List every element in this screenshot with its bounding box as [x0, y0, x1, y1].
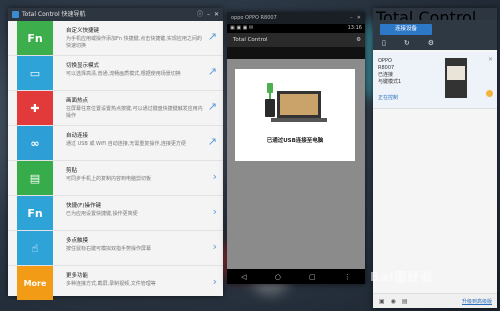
gear-icon[interactable]: ⚙ [356, 33, 361, 47]
arrow-icon[interactable]: ↗ [208, 135, 217, 148]
device-thumbnail[interactable] [445, 58, 467, 98]
row-desc: 多种连接方式,截屏,录制视频,文件管理等 [66, 281, 156, 287]
more-icon: More [17, 266, 53, 300]
row-desc: 在屏幕任意位置设置热点按键,可以通过键盘快捷键触发应用内操作 [66, 106, 203, 119]
monitor-icon: ▭ [17, 56, 53, 90]
row-desc: 已为应用设置快捷键,操作更简便 [66, 211, 138, 217]
chevron-right-icon[interactable]: › [213, 240, 217, 253]
watermark: Bai图经验 [370, 270, 434, 284]
folder-icon[interactable]: ▤ [402, 298, 408, 305]
minimize-icon[interactable]: – [350, 12, 353, 24]
shortcut-row[interactable]: ▭ 切换显示模式 可以选择高清,普通,流畅画质模式,根据使用场景切换 ↗ [8, 56, 223, 91]
chevron-right-icon[interactable]: › [213, 275, 217, 288]
tc-titlebar: Total Control ⓘ – ✕ [373, 8, 497, 36]
recents-icon[interactable]: ▢ [309, 273, 316, 281]
row-title: 更多功能 [66, 273, 89, 279]
shortcut-row[interactable]: ▤ 剪贴 可同步手机上的复制内容到电脑剪切板 › [8, 161, 223, 196]
phone-screen[interactable]: 已通过USB连接至电脑 [227, 59, 365, 269]
row-title: 多点触摸 [66, 238, 89, 244]
info-icon[interactable]: ⓘ [197, 8, 203, 21]
home-icon[interactable]: ○ [275, 273, 281, 281]
upgrade-link[interactable]: 升级到高级版 [462, 298, 492, 305]
fn-icon: Fn [17, 196, 53, 230]
touch-icon: ☝ [17, 231, 53, 265]
row-desc: 为手机应用或操作添加Fn 快捷键,点击快捷键,实现应用之间的快速切换 [66, 36, 202, 49]
usb-connected-card: 已通过USB连接至电脑 [235, 69, 355, 161]
shortcut-row[interactable]: ∞ 自动连接 通过 USB 或 WiFi 自动连接,无需重复操作,连接更方便 ↗ [8, 126, 223, 161]
controlling-link[interactable]: 正在控制 [378, 94, 398, 101]
eye-icon[interactable] [486, 90, 493, 97]
panel-title: Total Control 快速导航 [22, 11, 86, 18]
row-title: 自动连接 [66, 133, 89, 139]
device-brand: OPPO [378, 58, 392, 64]
arrow-icon[interactable]: ↗ [208, 100, 217, 113]
row-title: 自定义快捷键 [66, 28, 100, 34]
row-title: 切换显示模式 [66, 63, 100, 69]
menu-icon[interactable]: ⋮ [344, 273, 351, 281]
minimize-icon[interactable]: – [207, 8, 210, 21]
connect-device-button[interactable]: 连接设备 [380, 24, 432, 35]
chevron-right-icon[interactable]: › [213, 205, 217, 218]
phone-titlebar: oppo OPPO R8007 – ✕ [227, 12, 365, 24]
shortcut-row[interactable]: ☝ 多点触摸 按住鼠标右键可模拟双指手势操作屏幕 › [8, 231, 223, 266]
phone-status-bar: ▣ ▣ ▣ ✉ 13:16 [227, 24, 365, 33]
notification-icons: ▣ ▣ ▣ ✉ [230, 25, 254, 31]
plus-icon: ✚ [17, 91, 53, 125]
row-title: 快捷(F)操作键 [66, 203, 101, 209]
shortcut-row[interactable]: Fn 快捷(F)操作键 已为应用设置快捷键,操作更简便 › [8, 196, 223, 231]
shortcut-row[interactable]: More 更多功能 多种连接方式,截屏,录制视频,文件管理等 › [8, 266, 223, 300]
tc-footer: ▣ ◉ ▤ 升级到高级版 [373, 293, 497, 308]
phone-app-bar: Total Control ⚙ [227, 33, 365, 47]
device-info: OPPO R8007 已连接 与键模式1 [378, 58, 401, 86]
device-model: R8007 [378, 65, 395, 71]
fn-icon: Fn [17, 21, 53, 55]
phone-window: oppo OPPO R8007 – ✕ ▣ ▣ ▣ ✉ 13:16 Total … [227, 12, 365, 284]
screenshot-icon[interactable]: ▣ [379, 298, 385, 305]
phone-app-title: Total Control [233, 37, 268, 43]
link-icon: ∞ [17, 126, 53, 160]
tc-header: 连接设备 ▯ ↻ ⚙ [373, 20, 497, 50]
clipboard-icon: ▤ [17, 161, 53, 195]
row-title: 画面热点 [66, 98, 89, 104]
close-icon[interactable]: ✕ [214, 8, 219, 21]
settings-icon[interactable]: ⚙ [428, 39, 434, 47]
refresh-icon[interactable]: ↻ [404, 39, 410, 47]
laptop-usb-illustration [265, 83, 327, 122]
app-logo-icon [12, 11, 19, 18]
arrow-icon[interactable]: ↗ [208, 65, 217, 78]
chevron-right-icon[interactable]: › [213, 170, 217, 183]
device-state: 已连接 [378, 72, 394, 78]
row-desc: 可同步手机上的复制内容到电脑剪切板 [66, 176, 152, 182]
row-desc: 通过 USB 或 WiFi 自动连接,无需重复操作,连接更方便 [66, 141, 186, 147]
phone-window-title: oppo OPPO R8007 [231, 15, 277, 21]
status-time: 13:16 [347, 25, 362, 31]
back-icon[interactable]: ◁ [241, 273, 246, 281]
close-icon[interactable]: ✕ [357, 12, 361, 24]
disconnect-icon[interactable]: ✕ [488, 56, 493, 63]
row-desc: 按住鼠标右键可模拟双指手势操作屏幕 [66, 246, 152, 252]
phone-nav-bar: ◁ ○ ▢ ⋮ [227, 269, 365, 284]
shortcut-row[interactable]: ✚ 画面热点 在屏幕任意位置设置热点按键,可以通过键盘快捷键触发应用内操作 ↗ [8, 91, 223, 126]
panel-titlebar: Total Control 快速导航 ⓘ – ✕ [8, 8, 223, 21]
row-desc: 可以选择高清,普通,流畅画质模式,根据使用场景切换 [66, 71, 181, 77]
shortcut-panel: Total Control 快速导航 ⓘ – ✕ Fn 自定义快捷键 为手机应用… [8, 8, 223, 300]
arrow-icon[interactable]: ↗ [208, 30, 217, 43]
phone-icon[interactable]: ▯ [382, 39, 386, 47]
total-control-window: Total Control ⓘ – ✕ 连接设备 ▯ ↻ ⚙ OPPO R800… [373, 8, 497, 308]
shortcut-row[interactable]: Fn 自定义快捷键 为手机应用或操作添加Fn 快捷键,点击快捷键,实现应用之间的… [8, 21, 223, 56]
card-caption: 已通过USB连接至电脑 [266, 138, 324, 144]
device-item[interactable]: OPPO R8007 已连接 与键模式1 正在控制 ✕ [373, 52, 497, 109]
row-title: 剪贴 [66, 168, 78, 174]
record-icon[interactable]: ◉ [391, 298, 396, 305]
device-mode: 与键模式1 [378, 79, 402, 85]
